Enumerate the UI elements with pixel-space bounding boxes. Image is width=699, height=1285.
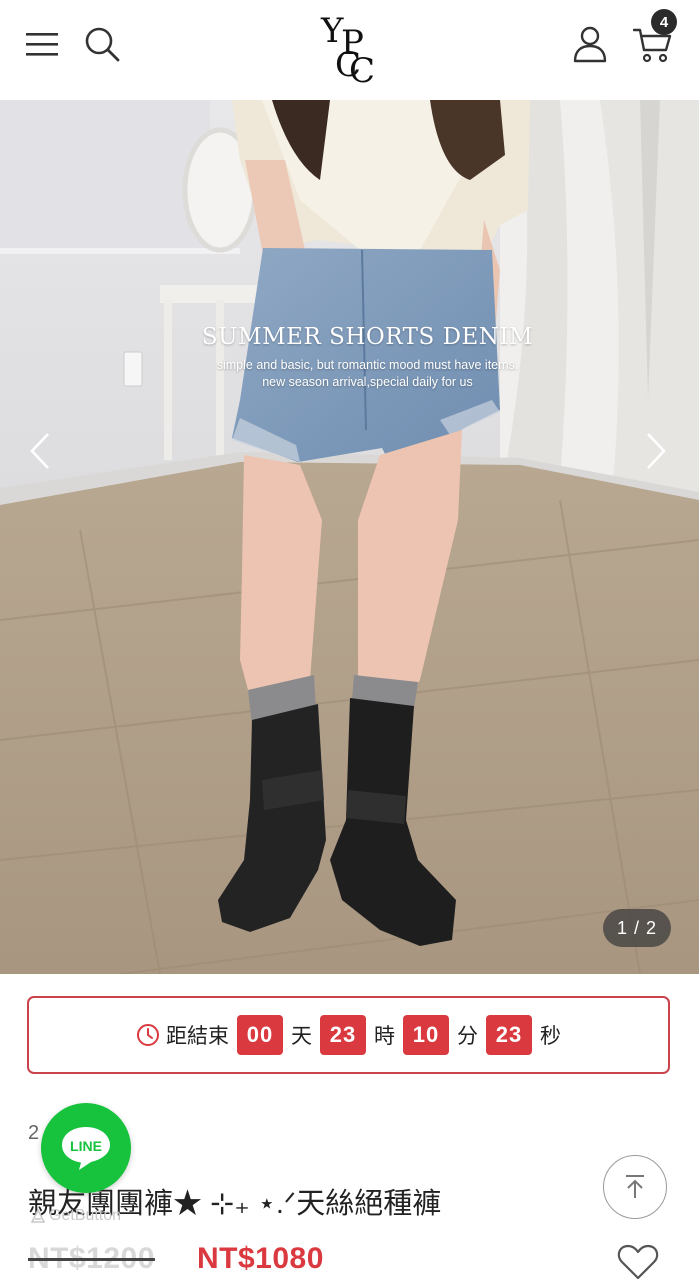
countdown-days: 00 [237, 1015, 283, 1055]
hamburger-menu-icon[interactable] [24, 28, 60, 60]
cart-count-badge: 4 [651, 9, 677, 35]
logo-letter-c2: C [349, 51, 376, 91]
hero-subtitle-line2: new season arrival,special daily for us [262, 375, 473, 389]
countdown-minutes: 10 [403, 1015, 449, 1055]
brand-logo[interactable]: Y P C C [313, 12, 383, 88]
hero-banner[interactable]: SUMMER SHORTS DENIM simple and basic, bu… [0, 100, 699, 974]
sale-countdown: 距結束 00 天 23 時 10 分 23 秒 [27, 996, 670, 1074]
countdown-minutes-label: 分 [457, 1025, 478, 1048]
carousel-pager: 1 / 2 [603, 909, 671, 947]
carousel-next-button[interactable] [636, 430, 676, 472]
line-icon: LINE [62, 1127, 110, 1170]
hero-photo [0, 100, 699, 974]
hero-subtitle-line1: simple and basic, but romantic mood must… [216, 358, 519, 372]
heart-icon [617, 1244, 659, 1280]
product-date-left: 2 [28, 1122, 40, 1144]
top-header: Y P C C 4 [0, 0, 699, 100]
line-label: LINE [70, 1138, 102, 1154]
chevron-right-icon [647, 433, 666, 469]
countdown-seconds: 23 [486, 1015, 532, 1055]
back-to-top-button[interactable] [603, 1155, 667, 1219]
hero-title: SUMMER SHORTS DENIM [201, 324, 534, 350]
countdown-days-label: 天 [291, 1025, 312, 1048]
countdown-seconds-label: 秒 [540, 1025, 561, 1048]
getbutton-icon [30, 1208, 46, 1223]
countdown-hours: 23 [320, 1015, 366, 1055]
wishlist-button[interactable] [617, 1243, 659, 1285]
getbutton-watermark: GetButton [30, 1207, 121, 1225]
arrow-up-icon [626, 1175, 644, 1198]
search-icon[interactable] [82, 24, 122, 64]
sale-price: NT$1080 [197, 1242, 324, 1275]
chevron-left-icon [30, 433, 49, 469]
carousel-prev-button[interactable] [20, 430, 60, 472]
line-chat-button[interactable]: LINE [41, 1103, 131, 1193]
countdown-prefix: 距結束 [166, 1025, 229, 1048]
countdown-hours-label: 時 [374, 1025, 395, 1048]
getbutton-label: GetButton [49, 1207, 122, 1224]
user-icon[interactable] [572, 24, 608, 64]
clock-icon [137, 1024, 159, 1046]
original-price: NT$1200 [28, 1242, 155, 1275]
